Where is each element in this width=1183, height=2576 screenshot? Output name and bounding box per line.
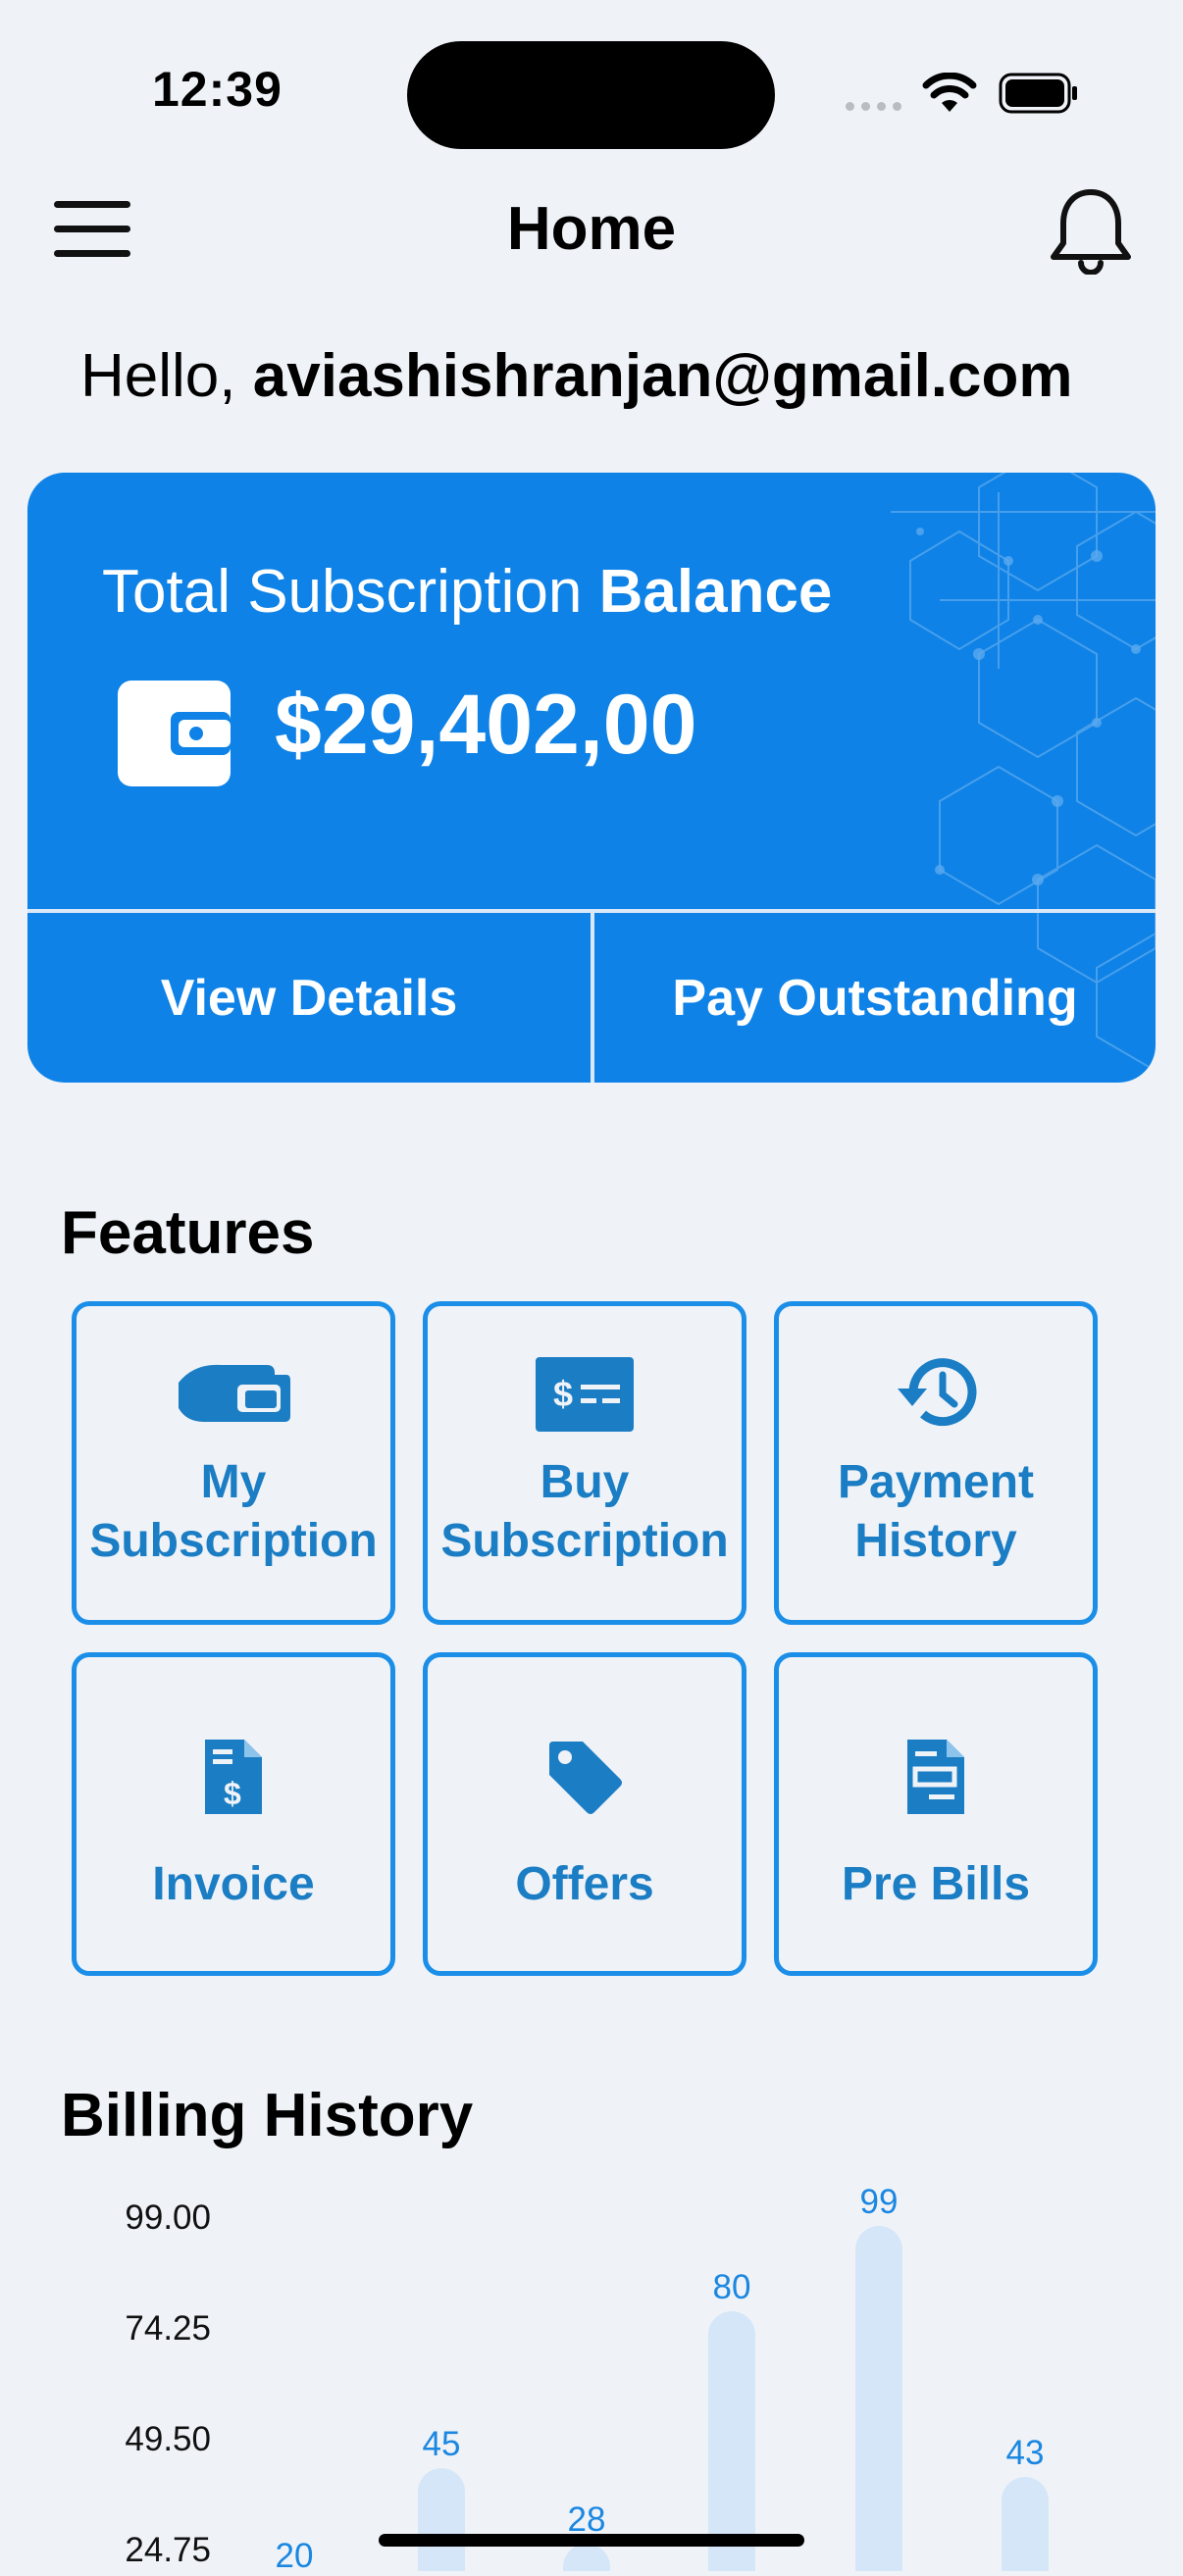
payment-history-tile[interactable]: Payment History (774, 1301, 1098, 1625)
chart-bar (1002, 2476, 1049, 2571)
invoice-icon: $ (205, 1740, 262, 1814)
buy-subscription-line1: Buy (540, 1456, 630, 1508)
chart-data-label: 20 (275, 2536, 314, 2575)
balance-label-bold: Balance (598, 558, 833, 626)
pre-bills-label: Pre Bills (841, 1858, 1031, 1910)
user-email: aviashishranjan@gmail.com (252, 342, 1073, 410)
billing-history-title: Billing History (61, 2082, 474, 2149)
dollar-card-icon: $ (536, 1357, 634, 1432)
invoice-tile[interactable]: $ Invoice (72, 1652, 395, 1976)
greeting-prefix: Hello, (80, 342, 236, 410)
features-title: Features (61, 1199, 315, 1267)
chart-bar (418, 2467, 465, 2571)
chart-data-label: 99 (859, 2183, 899, 2221)
greeting: Hello, aviashishranjan@gmail.com (80, 341, 1073, 411)
balance-label: Total Subscription Balance (102, 557, 832, 627)
offers-tile[interactable]: Offers (423, 1652, 746, 1976)
chart-bar (708, 2310, 755, 2571)
document-icon (907, 1740, 964, 1814)
my-subscription-tile[interactable]: My Subscription (72, 1301, 395, 1625)
view-details-button[interactable]: View Details (27, 913, 591, 1083)
balance-card: Total Subscription Balance $29,402,00 Vi… (27, 473, 1156, 1083)
buy-subscription-line2: Subscription (440, 1515, 729, 1567)
my-subscription-line1: My (200, 1456, 267, 1508)
payment-history-line2: History (854, 1515, 1017, 1567)
balance-label-regular: Total Subscription (102, 558, 583, 626)
battery-icon (999, 73, 1077, 114)
page-title: Home (506, 195, 677, 263)
svg-text:$: $ (553, 1374, 573, 1414)
tag-icon (549, 1742, 622, 1814)
svg-text:$: $ (224, 1776, 241, 1811)
wallet-icon (118, 681, 231, 786)
y-tick-label: 99.00 (125, 2198, 211, 2237)
home-indicator (379, 2534, 804, 2547)
chart-data-label: 45 (422, 2424, 461, 2463)
notification-bell-icon[interactable] (1048, 184, 1134, 275)
y-tick-label: 49.50 (125, 2420, 211, 2458)
y-tick-label: 24.75 (125, 2531, 211, 2569)
status-time: 12:39 (152, 62, 283, 117)
balance-amount: $29,402,00 (275, 678, 697, 772)
pay-outstanding-button[interactable]: Pay Outstanding (594, 913, 1156, 1083)
hand-card-icon (179, 1364, 290, 1422)
cellular-signal-icon (846, 102, 901, 111)
chart-data-label: 43 (1005, 2433, 1045, 2472)
dynamic-island (407, 41, 775, 149)
y-tick-label: 74.25 (125, 2309, 211, 2348)
wifi-icon (922, 73, 977, 112)
pre-bills-tile[interactable]: Pre Bills (774, 1652, 1098, 1976)
invoice-label: Invoice (152, 1858, 315, 1910)
chart-bar (563, 2544, 610, 2571)
buy-subscription-tile[interactable]: $ Buy Subscription (423, 1301, 746, 1625)
chart-bar (855, 2226, 902, 2571)
my-subscription-line2: Subscription (89, 1515, 378, 1567)
history-icon (898, 1358, 977, 1427)
offers-label: Offers (515, 1858, 654, 1910)
payment-history-line1: Payment (837, 1456, 1035, 1508)
chart-data-label: 80 (712, 2267, 751, 2306)
